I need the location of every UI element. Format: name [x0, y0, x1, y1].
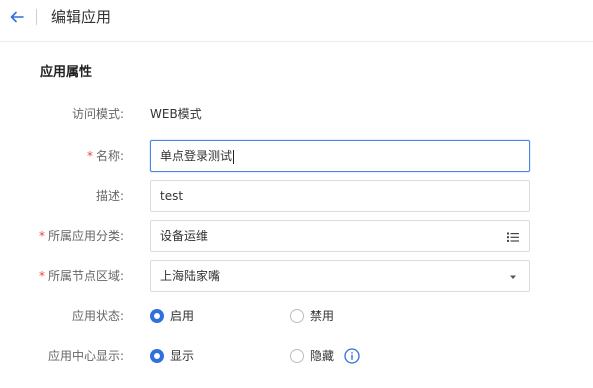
page-title: 编辑应用 — [51, 8, 112, 26]
display-show-label: 显示 — [170, 349, 195, 363]
name-input[interactable]: 单点登录测试 — [150, 140, 530, 172]
name-row: * 名称: 单点登录测试 — [0, 140, 593, 172]
required-mark: * — [86, 149, 93, 163]
required-mark: * — [38, 229, 45, 243]
back-arrow-icon[interactable] — [8, 8, 26, 26]
name-input-value: 单点登录测试 — [160, 149, 233, 163]
description-input-value: test — [160, 189, 184, 203]
status-label: 应用状态: — [71, 309, 124, 323]
header-divider — [36, 9, 37, 25]
access-mode-value: WEB模式 — [150, 107, 202, 121]
radio-checked-icon — [150, 309, 164, 323]
status-row: 应用状态: 启用 禁用 — [0, 300, 593, 332]
region-row: * 所属节点区域: 上海陆家嘴 — [0, 260, 593, 292]
radio-unchecked-icon — [290, 309, 304, 323]
access-mode-label: 访问模式: — [71, 107, 124, 121]
center-display-label: 应用中心显示: — [47, 349, 124, 363]
category-row: * 所属应用分类: 设备运维 — [0, 220, 593, 252]
status-enabled-label: 启用 — [170, 309, 195, 323]
region-value: 上海陆家嘴 — [160, 269, 221, 283]
text-caret — [233, 149, 235, 164]
description-input[interactable]: test — [150, 180, 530, 212]
region-select[interactable]: 上海陆家嘴 — [150, 260, 530, 292]
status-disabled-label: 禁用 — [310, 309, 335, 323]
required-mark: * — [38, 269, 45, 283]
region-label: * 所属节点区域: — [38, 269, 124, 283]
caret-down-icon[interactable] — [506, 269, 520, 283]
category-value: 设备运维 — [160, 229, 209, 243]
section-title: 应用属性 — [40, 65, 93, 80]
radio-checked-icon — [150, 349, 164, 363]
display-hide-label: 隐藏 — [310, 349, 335, 363]
radio-unchecked-icon — [290, 349, 304, 363]
description-row: 描述: test — [0, 180, 593, 212]
category-label: * 所属应用分类: — [38, 229, 124, 243]
page-header: 编辑应用 — [0, 0, 593, 42]
center-display-row: 应用中心显示: 显示 隐藏 — [0, 340, 593, 372]
description-label: 描述: — [95, 189, 124, 203]
list-icon[interactable] — [506, 229, 520, 243]
access-mode-row: 访问模式: WEB模式 — [0, 98, 593, 130]
category-select[interactable]: 设备运维 — [150, 220, 530, 252]
info-circle-icon[interactable] — [344, 348, 360, 364]
name-label: * 名称: — [86, 149, 124, 163]
